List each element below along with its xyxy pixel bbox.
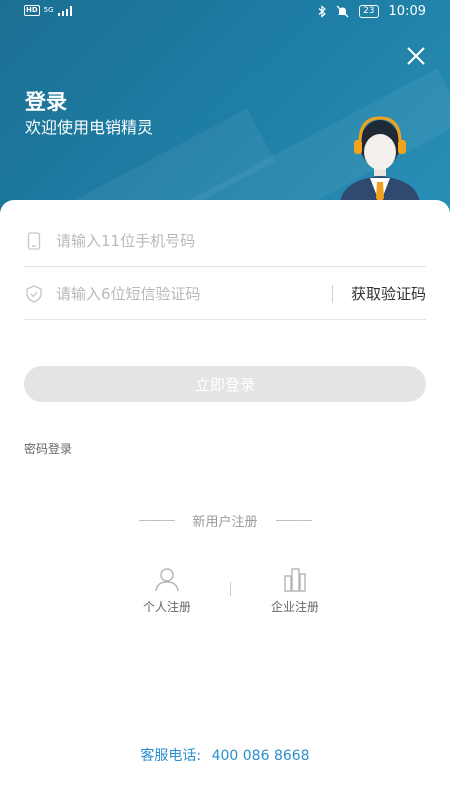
personal-register-label: 个人注册 xyxy=(142,600,191,614)
status-right: 23 10:09 xyxy=(318,4,426,19)
customer-service-hotline[interactable]: 客服电话: 400 086 8668 xyxy=(0,745,450,765)
enterprise-register-button[interactable]: 企业注册 xyxy=(250,566,340,615)
phone-input[interactable] xyxy=(56,225,426,256)
register-divider-right: ——— xyxy=(275,513,313,528)
get-code-button[interactable]: 获取验证码 xyxy=(351,283,426,304)
personal-register-button[interactable]: 个人注册 xyxy=(122,566,212,615)
hotline-label: 客服电话: xyxy=(140,748,202,764)
customer-service-avatar xyxy=(340,116,420,204)
password-login-link[interactable]: 密码登录 xyxy=(24,440,72,457)
network-type: 5G xyxy=(43,6,54,14)
clock: 10:09 xyxy=(388,4,426,19)
shield-icon xyxy=(24,283,44,305)
field-divider xyxy=(331,284,333,303)
sms-code-input[interactable] xyxy=(56,278,326,309)
page-subtitle: 欢迎使用电销精灵 xyxy=(25,118,154,137)
status-left: HD 5G xyxy=(24,5,72,16)
register-options-divider xyxy=(230,582,231,596)
building-icon xyxy=(284,568,306,592)
page-title: 登录 xyxy=(25,90,67,114)
signal-icon xyxy=(57,5,72,16)
hotline-number: 400 086 8668 xyxy=(211,748,310,764)
close-icon xyxy=(407,47,425,65)
phone-icon xyxy=(24,230,44,252)
register-title: 新用户注册 xyxy=(192,515,258,530)
sms-code-field: 获取验证码 xyxy=(24,268,426,320)
login-header: HD 5G 23 10:09 登录 欢迎使用电销精灵 xyxy=(0,0,450,215)
close-button[interactable] xyxy=(402,42,430,70)
register-divider-left: ——— xyxy=(138,513,175,528)
enterprise-register-label: 企业注册 xyxy=(270,600,319,614)
login-button[interactable]: 立即登录 xyxy=(24,366,426,402)
register-section-header: ——— 新用户注册 ——— xyxy=(0,511,450,530)
mute-bell-icon xyxy=(336,5,349,18)
battery-indicator: 23 xyxy=(359,5,379,18)
user-icon xyxy=(155,568,179,592)
phone-field xyxy=(24,215,426,267)
login-card: 获取验证码 立即登录 密码登录 ——— 新用户注册 ——— 个人注册 企业注册 … xyxy=(0,200,450,800)
status-bar: HD 5G 23 10:09 xyxy=(0,0,450,26)
hd-badge: HD xyxy=(24,5,40,16)
bluetooth-icon xyxy=(318,5,326,18)
